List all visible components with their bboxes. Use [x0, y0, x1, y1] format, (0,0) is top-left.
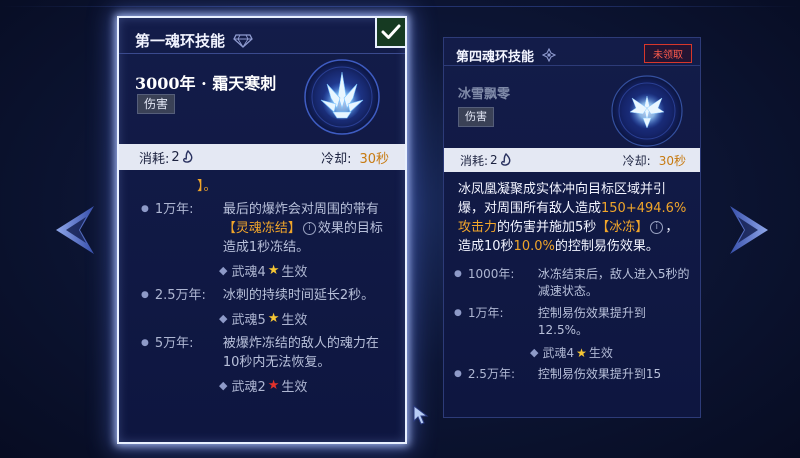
- cooldown-label: 冷却:: [622, 153, 651, 168]
- cost-value: 2: [171, 149, 180, 165]
- ring-crystal-icon: [542, 48, 557, 62]
- tier-text: 控制易伤效果提升到15: [537, 367, 662, 381]
- tier-item: ● 5万年: 被爆炸冻结的敌人的魂力在10秒内无法恢复。 ◆ 武魂2 ★ 生效: [119, 334, 405, 395]
- diamond-bullet-icon: ◆: [219, 379, 228, 392]
- bullet-dot-icon: ●: [454, 369, 462, 379]
- info-icon[interactable]: i: [302, 222, 316, 235]
- bullet-dot-icon: ●: [141, 338, 149, 348]
- tier-upgrade-list: ● 1000年: 冰冻结束后，敌人进入5秒的减速状态。 ● 1万年: 控制易伤效…: [444, 266, 700, 383]
- cooldown-value: 30秒: [658, 153, 686, 168]
- arrow-left-icon: [56, 206, 94, 254]
- arrow-right-icon: [730, 206, 768, 254]
- red-star-icon: ★: [267, 378, 280, 393]
- cooldown-stat: 冷却: 30秒: [321, 148, 389, 167]
- cooldown-value: 30秒: [359, 151, 389, 167]
- gold-star-icon: ★: [267, 311, 280, 326]
- skill-description: 冰凤凰凝聚成实体冲向目标区域并引爆，对周围所有敌人造成150+494.6%攻击力…: [458, 182, 687, 254]
- cost-value: 2: [490, 153, 498, 167]
- skill-card-ring-1[interactable]: 第一魂环技能 3000年 · 霜天寒刺 伤害 消耗: 2 冷却: 30秒 】。 …: [117, 16, 407, 444]
- cost-label: 消耗:: [139, 151, 170, 167]
- bullet-dot-icon: ●: [141, 204, 149, 214]
- tier-year: 1万年:: [467, 306, 504, 320]
- cost-cooldown-bar: 消耗: 2 冷却: 30秒: [444, 148, 700, 172]
- wuhun-requirement: ◆ 武魂4 ★ 生效: [219, 263, 308, 280]
- top-glow-divider: [0, 6, 800, 7]
- status-badge: 未领取: [644, 44, 692, 63]
- bullet-dot-icon: ●: [454, 269, 462, 279]
- checkmark-icon: [381, 24, 401, 39]
- skill-type-tag: 伤害: [137, 94, 176, 114]
- tier-upgrade-list: ● 1万年: 最后的爆炸会对周围的带有【灵魂冻结】 i 效果的目标造成1秒冻结。 ◆…: [119, 200, 405, 395]
- tier-item: ● 1万年: 控制易伤效果提升到12.5%。 ◆ 武魂4 ★ 生效: [444, 305, 700, 361]
- gold-star-icon: ★: [267, 263, 280, 278]
- gold-star-icon: ★: [576, 345, 587, 360]
- cost-stat: 消耗: 2: [460, 152, 512, 169]
- diamond-bullet-icon: ◆: [219, 312, 228, 325]
- tier-item: ● 2.5万年: 控制易伤效果提升到15: [444, 366, 700, 383]
- skill-card-ring-4[interactable]: 第四魂环技能 未领取 冰雪飘零 伤害 消耗: 2 冷却: 30秒 冰凤凰凝聚成实…: [443, 37, 701, 418]
- mouse-cursor-icon: [413, 405, 429, 425]
- soul-power-icon: [500, 153, 511, 166]
- wuhun-requirement: ◆ 武魂2 ★ 生效: [219, 378, 308, 395]
- cooldown-label: 冷却:: [321, 151, 352, 167]
- skill-name: 3000年 · 霜天寒刺: [135, 74, 277, 93]
- ring-title: 第一魂环技能: [135, 32, 226, 50]
- tier-year: 1万年:: [154, 202, 194, 217]
- selected-checkbox[interactable]: [375, 18, 405, 48]
- wuhun-requirement: ◆ 武魂5 ★ 生效: [219, 311, 308, 328]
- cost-stat: 消耗: 2: [139, 148, 194, 167]
- skill-type-tag: 伤害: [458, 107, 494, 127]
- info-icon[interactable]: i: [650, 221, 664, 234]
- cost-cooldown-bar: 消耗: 2 冷却: 30秒: [119, 144, 405, 170]
- ring-gem-icon: [233, 33, 253, 48]
- diamond-bullet-icon: ◆: [530, 346, 539, 359]
- scroll-fade: [444, 401, 700, 417]
- skill-name: 冰雪飘零: [458, 87, 511, 102]
- tier-year: 5万年:: [154, 336, 194, 351]
- next-arrow-button[interactable]: [726, 200, 772, 260]
- card-header: 第一魂环技能: [119, 18, 405, 54]
- tier-text: 被爆炸冻结的敌人的魂力在10秒内无法恢复。: [222, 336, 379, 370]
- tier-text: 冰冻结束后，敌人进入5秒的减速状态。: [537, 267, 690, 298]
- tier-text: 控制易伤效果提升到12.5%。: [537, 306, 646, 337]
- skill-description-scroll[interactable]: 】。 ● 1万年: 最后的爆炸会对周围的带有【灵魂冻结】 i 效果的目标造成1秒冻结…: [119, 172, 405, 442]
- wuhun-requirement: ◆ 武魂4 ★ 生效: [530, 345, 613, 361]
- ring-title: 第四魂环技能: [456, 49, 535, 65]
- tier-text: 冰刺的持续时间延长2秒。: [222, 288, 375, 303]
- tier-item: ● 1万年: 最后的爆炸会对周围的带有【灵魂冻结】 i 效果的目标造成1秒冻结。 ◆…: [119, 200, 405, 280]
- cooldown-stat: 冷却: 30秒: [623, 152, 686, 169]
- prev-arrow-button[interactable]: [52, 200, 98, 260]
- tier-item: ● 1000年: 冰冻结束后，敌人进入5秒的减速状态。: [444, 266, 700, 300]
- bullet-dot-icon: ●: [454, 308, 462, 318]
- tier-year: 2.5万年:: [467, 367, 515, 381]
- soul-power-icon: [182, 150, 193, 163]
- ice-phoenix-skill-icon: [610, 74, 684, 148]
- frost-spike-skill-icon: [303, 58, 381, 136]
- bullet-dot-icon: ●: [141, 290, 149, 300]
- diamond-bullet-icon: ◆: [219, 264, 228, 277]
- tier-text: 最后的爆炸会对周围的带有【灵魂冻结】 i 效果的目标造成1秒冻结。: [222, 202, 383, 255]
- description-tail: 】。: [197, 179, 217, 194]
- cost-label: 消耗:: [460, 153, 489, 168]
- tier-item: ● 2.5万年: 冰刺的持续时间延长2秒。 ◆ 武魂5 ★ 生效: [119, 286, 405, 328]
- tier-year: 2.5万年:: [154, 288, 206, 303]
- skill-description-scroll[interactable]: 冰凤凰凝聚成实体冲向目标区域并引爆，对周围所有敌人造成150+494.6%攻击力…: [444, 174, 700, 417]
- tier-year: 1000年:: [467, 267, 515, 281]
